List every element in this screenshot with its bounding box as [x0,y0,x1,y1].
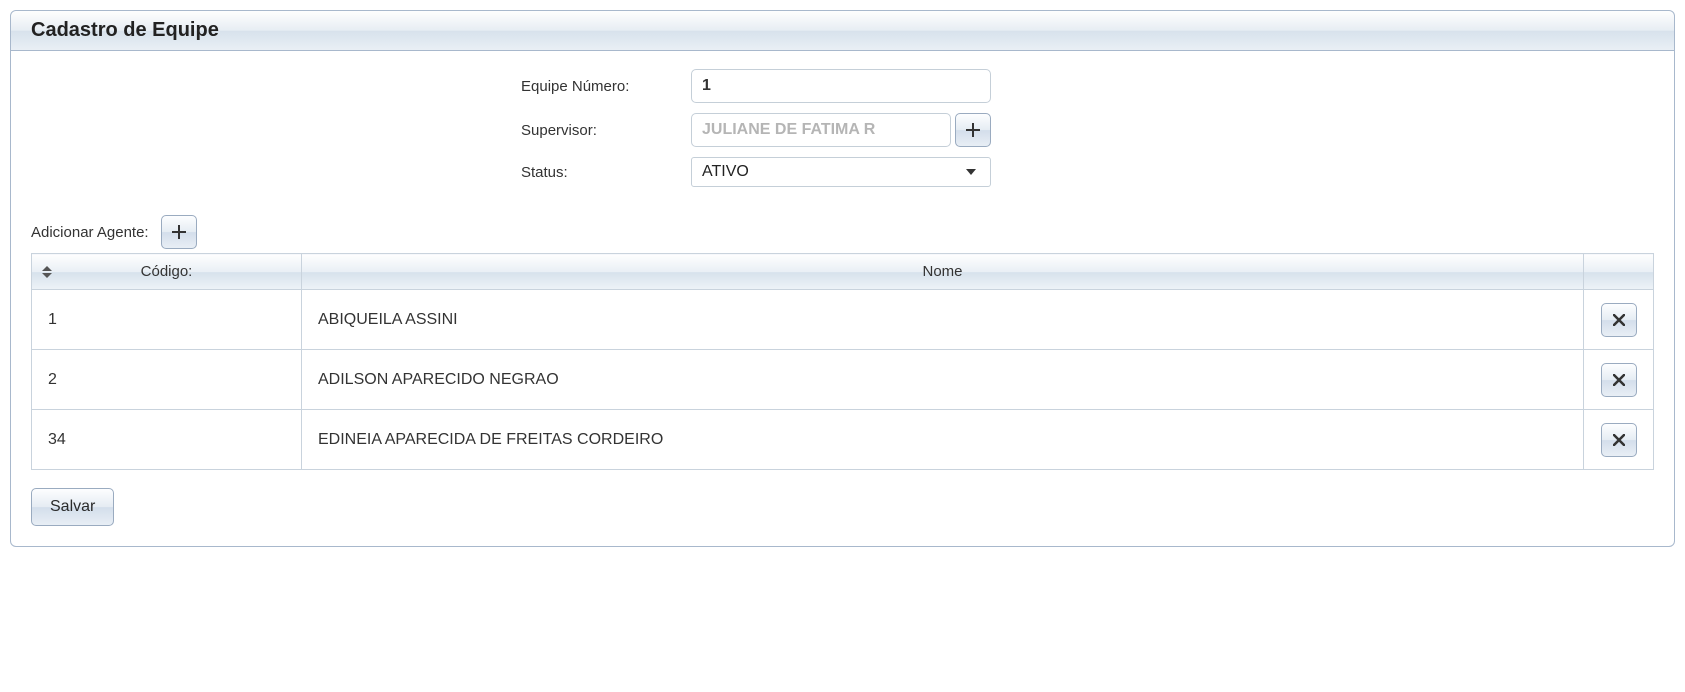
cell-nome: ABIQUEILA ASSINI [302,290,1584,350]
col-header-codigo[interactable]: Código: [32,254,302,290]
panel-title: Cadastro de Equipe [11,11,1674,51]
status-value: ATIVO [702,163,749,181]
add-agent-label: Adicionar Agente: [31,224,149,241]
sort-icon[interactable] [42,266,52,278]
save-button[interactable]: Salvar [31,488,114,526]
row-supervisor: Supervisor: [31,113,1654,147]
cell-actions [1584,410,1654,470]
plus-icon [172,225,186,239]
col-header-nome-label: Nome [922,263,962,280]
cell-nome: ADILSON APARECIDO NEGRAO [302,350,1584,410]
table-row: 34EDINEIA APARECIDA DE FREITAS CORDEIRO [32,410,1654,470]
chevron-down-icon [966,169,976,175]
table-row: 2ADILSON APARECIDO NEGRAO [32,350,1654,410]
cell-codigo: 1 [32,290,302,350]
equipe-numero-input[interactable] [691,69,991,103]
cell-codigo: 2 [32,350,302,410]
supervisor-label: Supervisor: [31,122,691,139]
equipe-numero-label: Equipe Número: [31,78,691,95]
remove-agent-button[interactable] [1601,423,1637,457]
close-icon [1613,314,1625,326]
plus-icon [966,123,980,137]
remove-agent-button[interactable] [1601,303,1637,337]
table-header-row: Código: Nome [32,254,1654,290]
agents-table: Código: Nome 1ABIQUEILA ASSINI2ADILSON A… [31,253,1654,470]
cell-actions [1584,290,1654,350]
cell-actions [1584,350,1654,410]
remove-agent-button[interactable] [1601,363,1637,397]
team-registration-panel: Cadastro de Equipe Equipe Número: Superv… [10,10,1675,547]
col-header-codigo-label: Código: [141,263,193,280]
add-agent-button[interactable] [161,215,197,249]
row-status: Status: ATIVO [31,157,1654,187]
row-equipe-numero: Equipe Número: [31,69,1654,103]
supervisor-input [691,113,951,147]
col-header-actions [1584,254,1654,290]
cell-nome: EDINEIA APARECIDA DE FREITAS CORDEIRO [302,410,1584,470]
status-select[interactable]: ATIVO [691,157,991,187]
row-add-agent: Adicionar Agente: [31,215,1654,249]
table-row: 1ABIQUEILA ASSINI [32,290,1654,350]
close-icon [1613,434,1625,446]
add-supervisor-button[interactable] [955,113,991,147]
col-header-nome[interactable]: Nome [302,254,1584,290]
status-label: Status: [31,164,691,181]
cell-codigo: 34 [32,410,302,470]
close-icon [1613,374,1625,386]
panel-body: Equipe Número: Supervisor: Status: ATIVO [11,51,1674,546]
